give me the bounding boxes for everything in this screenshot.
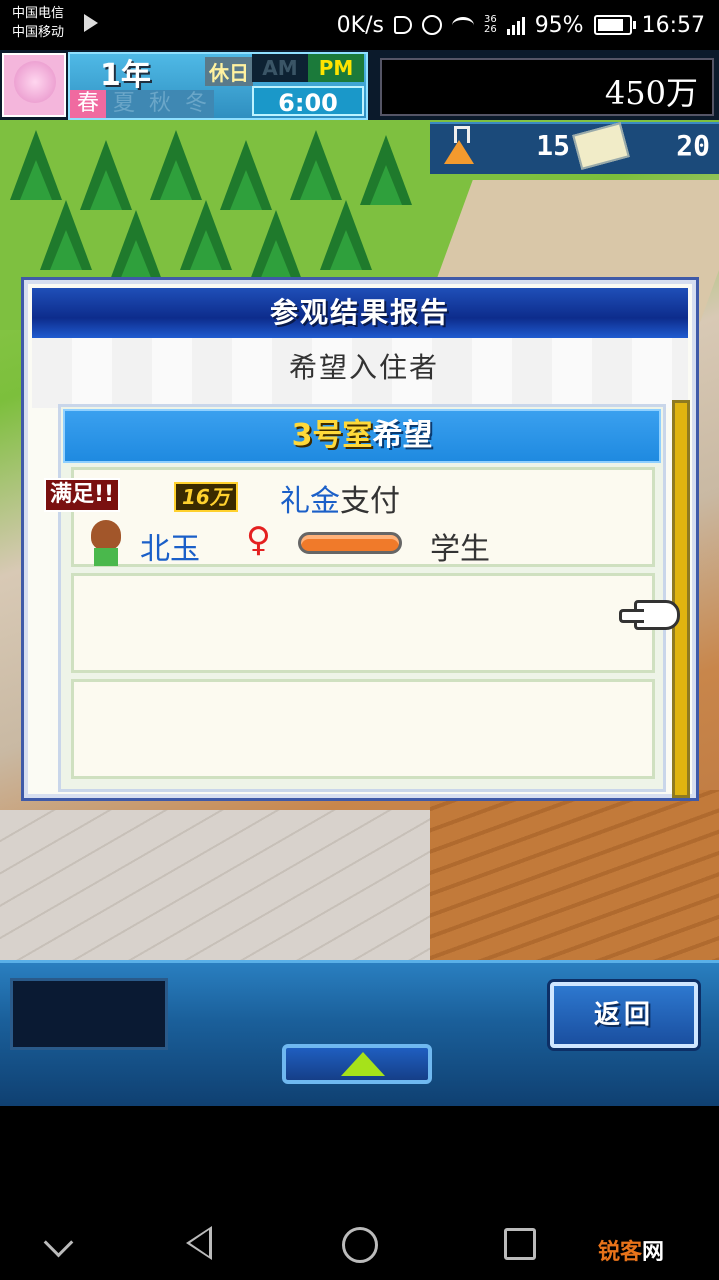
info-box	[10, 978, 168, 1050]
expand-menu-button[interactable]	[282, 1044, 432, 1084]
season-spring: 春	[70, 90, 106, 118]
cherry-blossom-icon	[2, 53, 66, 117]
nav-home-icon[interactable]	[342, 1227, 378, 1263]
nav-recents-icon[interactable]	[504, 1228, 536, 1260]
tree	[110, 210, 162, 280]
status-icons: 0K/s 36 26 95% 16:57	[337, 10, 705, 40]
empty-slot[interactable]	[71, 573, 655, 673]
tree	[40, 200, 92, 270]
scrollbar[interactable]	[672, 400, 690, 798]
resident-occupation: 学生	[430, 532, 490, 567]
alarm-icon	[421, 15, 442, 35]
am-pm-indicator: AM PM	[252, 54, 364, 82]
mute-icon	[393, 16, 412, 34]
tree	[10, 130, 62, 200]
battery-fill	[597, 19, 623, 31]
tree	[180, 200, 232, 270]
net-type-label: 36 26	[483, 14, 497, 35]
season-row: 春 夏 秋 冬	[70, 90, 214, 118]
tile-floor	[0, 810, 440, 960]
ticket-points: 20	[676, 129, 710, 162]
back-button[interactable]: 返回	[550, 982, 698, 1048]
resident-name: 北玉	[140, 532, 200, 567]
season-autumn: 秋	[142, 90, 178, 118]
tree	[150, 130, 202, 200]
pm-label: PM	[308, 54, 364, 82]
room-number: 3号室	[291, 418, 373, 453]
tree	[360, 135, 412, 205]
tree	[250, 210, 302, 280]
watermark: 锐客网	[598, 1240, 665, 1265]
play-store-icon	[84, 14, 98, 32]
nav-back-icon[interactable]	[186, 1226, 212, 1260]
money-panel: 450万	[380, 58, 714, 116]
carrier-1: 中国电信	[12, 6, 65, 21]
signal-icon	[506, 15, 525, 35]
room-header: 3号室希望	[63, 409, 661, 463]
tree	[320, 200, 372, 270]
year-label: 1年	[100, 58, 151, 93]
wifi-icon	[451, 16, 474, 34]
season-summer: 夏	[106, 90, 142, 118]
am-label: AM	[262, 56, 298, 80]
carrier-info: 中国电信 中国移动	[12, 4, 64, 42]
stat-gauge	[298, 532, 402, 554]
tree	[290, 130, 342, 200]
research-points: 15	[536, 129, 570, 162]
amount-badge: 16万	[174, 482, 238, 512]
satisfied-badge: 满足!!	[44, 478, 121, 512]
tour-result-dialog: 参观结果报告 希望入住者 3号室希望 满足!! 16万 礼金支付 北玉 ♀ 学生	[24, 280, 696, 798]
hand-pointer-icon	[619, 600, 680, 630]
carrier-2: 中国移动	[12, 25, 65, 40]
status-bar: 中国电信 中国移动 0K/s 36 26 95% 16:57	[0, 0, 719, 50]
dialog-subtitle: 希望入住者	[288, 351, 439, 384]
flask-icon	[440, 124, 478, 168]
payment-label: 礼金支付	[280, 484, 400, 519]
applicant-list: 3号室希望 满足!! 16万 礼金支付 北玉 ♀ 学生	[44, 404, 666, 792]
net-speed: 0K/s	[336, 12, 384, 38]
wood-floor	[430, 790, 719, 960]
applicant-slot[interactable]: 满足!! 16万 礼金支付 北玉 ♀ 学生	[44, 467, 655, 567]
battery-icon	[593, 15, 636, 35]
season-winter: 冬	[178, 90, 214, 118]
status-time: 16:57	[641, 12, 705, 38]
empty-slot[interactable]	[71, 679, 655, 779]
room-wish: 希望	[372, 418, 433, 453]
dialog-title: 参观结果报告	[32, 288, 688, 338]
female-icon: ♀	[246, 520, 271, 560]
battery-percent: 95%	[534, 12, 584, 38]
money-value: 450万	[604, 74, 698, 112]
up-arrow-icon	[341, 1052, 385, 1076]
holiday-label: 休日	[205, 57, 253, 86]
game-clock: 6:00	[252, 86, 364, 117]
resident-avatar	[88, 520, 124, 566]
